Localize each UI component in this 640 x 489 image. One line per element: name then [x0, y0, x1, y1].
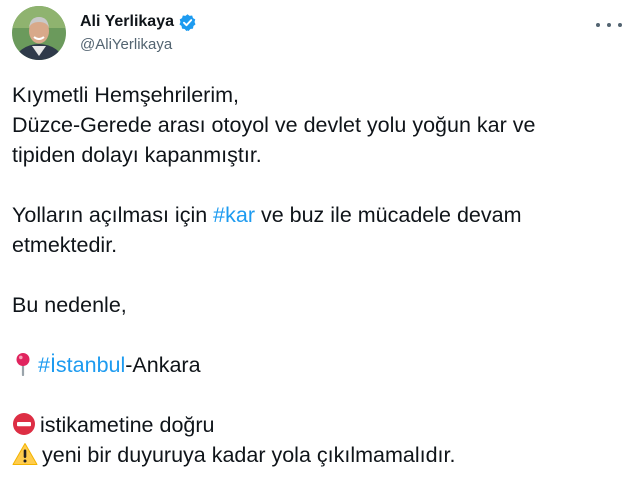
author-names: Ali Yerlikaya @AliYerlikaya [80, 10, 197, 53]
tweet-text: Kıymetli Hemşehrilerim, Düzce-Gerede ara… [12, 80, 630, 470]
text-segment: istikametine doğru [40, 413, 215, 437]
author-display-name[interactable]: Ali Yerlikaya [80, 13, 174, 31]
text-line: Düzce-Gerede arası otoyol ve devlet yolu… [12, 113, 536, 137]
hashtag-kar[interactable]: #kar [213, 203, 255, 227]
author-handle[interactable]: @AliYerlikaya [80, 36, 197, 53]
text-line: Kıymetli Hemşehrilerim, [12, 83, 239, 107]
warning-icon [12, 442, 38, 474]
more-dot [607, 23, 611, 27]
text-line: Yolların açılması için #kar ve buz ile m… [12, 200, 630, 230]
text-segment: -Ankara [125, 353, 201, 377]
text-segment: ve buz ile mücadele devam [254, 203, 522, 227]
text-line: tipiden dolayı kapanmıştır. [12, 143, 262, 167]
warning-line: yeni bir duyuruya kadar yola çıkılmamalı… [12, 440, 630, 470]
text-segment: yeni bir duyuruya kadar yola çıkılmamalı… [42, 443, 456, 467]
round-pushpin-icon [12, 352, 34, 384]
verified-badge-icon [178, 13, 197, 32]
more-dot [618, 23, 622, 27]
direction-line: istikametine doğru [12, 410, 630, 440]
more-options-icon[interactable] [596, 16, 622, 34]
tweet-card: Ali Yerlikaya @AliYerlikaya Kıymetli Hem… [0, 0, 640, 489]
route-line: #İstanbul-Ankara [12, 350, 630, 380]
text-segment: Yolların açılması için [12, 203, 214, 227]
hashtag-istanbul[interactable]: #İstanbul [38, 353, 125, 377]
tweet-header: Ali Yerlikaya @AliYerlikaya [12, 6, 628, 62]
text-line: Bu nedenle, [12, 293, 127, 317]
avatar[interactable] [12, 6, 66, 60]
text-line: etmektedir. [12, 233, 118, 257]
more-dot [596, 23, 600, 27]
name-row: Ali Yerlikaya [80, 10, 197, 34]
